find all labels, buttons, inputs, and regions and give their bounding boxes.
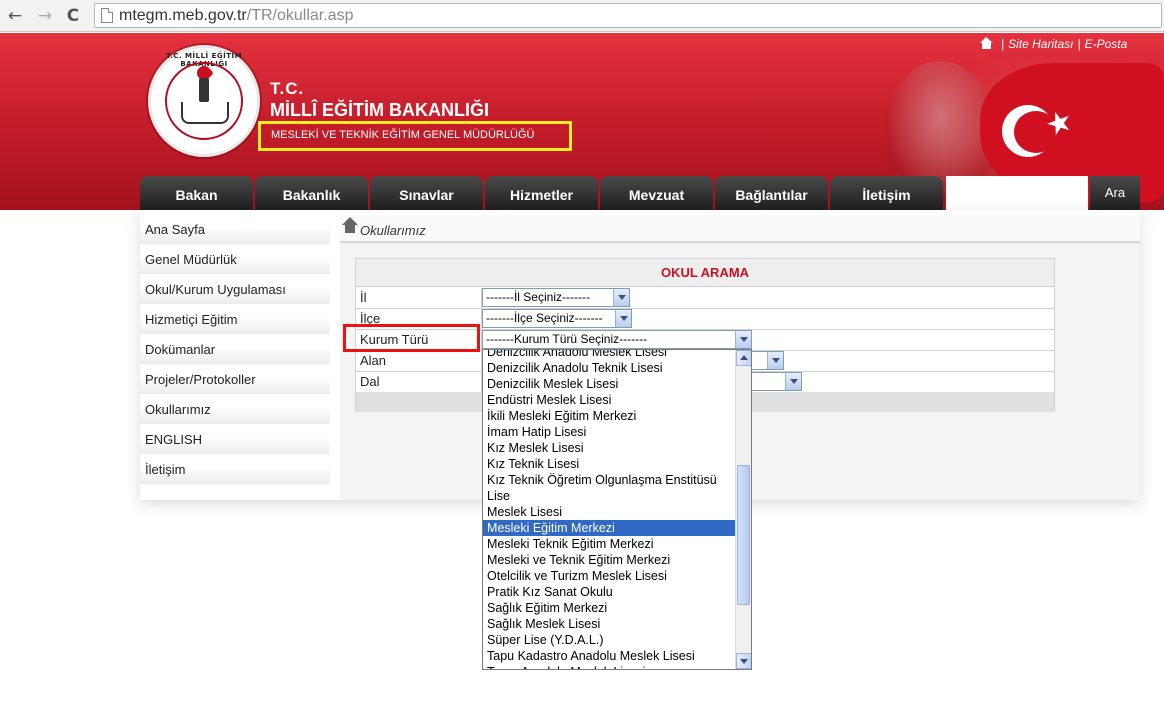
dropdown-option[interactable]: Mesleki Eğitim Merkezi: [483, 520, 735, 536]
email-link[interactable]: E-Posta: [1085, 37, 1128, 51]
dropdown-option[interactable]: Kız Teknik Öğretim Olgunlaşma Enstitüsü: [483, 472, 735, 488]
top-link-separator: |: [1001, 37, 1005, 51]
menu-item-bakan[interactable]: Bakan: [140, 176, 253, 210]
directorate-title: MESLEKİ VE TEKNİK EĞİTİM GENEL MÜDÜRLÜĞÜ: [271, 129, 535, 141]
chevron-down-icon[interactable]: [735, 331, 751, 348]
home-icon[interactable]: [342, 217, 358, 233]
scroll-thumb[interactable]: [737, 465, 750, 605]
chevron-down-icon[interactable]: [613, 289, 629, 306]
sidebar-item-ana-sayfa[interactable]: Ana Sayfa: [140, 215, 330, 245]
sidebar-item-iletisim[interactable]: İletişim: [140, 455, 330, 485]
site-map-link[interactable]: Site Haritası: [1008, 37, 1073, 51]
dropdown-option[interactable]: Otelcilik ve Turizm Meslek Lisesi: [483, 568, 735, 584]
dropdown-option[interactable]: Kız Teknik Lisesi: [483, 456, 735, 472]
top-links: | Site Haritası | E-Posta: [980, 36, 1127, 51]
ilce-select-value: -------İlçe Seçiniz-------: [486, 311, 603, 325]
sidebar-item-dokumanlar[interactable]: Dokümanlar: [140, 335, 330, 365]
dropdown-option[interactable]: Kız Meslek Lisesi: [483, 440, 735, 456]
breadcrumb-current: Okullarımız: [360, 223, 426, 238]
dropdown-option[interactable]: Mesleki ve Teknik Eğitim Merkezi: [483, 552, 735, 568]
search-button[interactable]: Ara: [1090, 176, 1140, 210]
sidebar-item-projeler[interactable]: Projeler/Protokoller: [140, 365, 330, 395]
top-link-separator: |: [1077, 37, 1081, 51]
breadcrumb: Okullarımız: [340, 215, 1140, 243]
directorate-title-highlight: MESLEKİ VE TEKNİK EĞİTİM GENEL MÜDÜRLÜĞÜ: [258, 121, 572, 151]
book-icon: [181, 102, 229, 124]
menu-item-sinavlar[interactable]: Sınavlar: [370, 176, 483, 210]
url-text: mtegm.meb.gov.tr/TR/okullar.asp: [119, 7, 353, 25]
dropdown-option[interactable]: Denizcilik Anadolu Teknik Lisesi: [483, 360, 735, 376]
back-arrow-icon[interactable]: ←: [4, 5, 26, 27]
kurum-turu-select[interactable]: -------Kurum Türü Seçiniz-------: [482, 330, 752, 349]
dropdown-option[interactable]: Sağlık Meslek Lisesi: [483, 616, 735, 632]
il-select[interactable]: -------İl Seçiniz-------: [482, 288, 630, 307]
dropdown-option[interactable]: Tapu Kadastro Anadolu Meslek Lisesi: [483, 648, 735, 664]
search-input[interactable]: [946, 176, 1088, 210]
menu-item-mevzuat[interactable]: Mevzuat: [600, 176, 713, 210]
home-icon[interactable]: [980, 37, 993, 49]
menu-item-hizmetler[interactable]: Hizmetler: [485, 176, 598, 210]
sidebar-item-okullarimiz[interactable]: Okullarımız: [140, 395, 330, 425]
sidebar-item-hizmetici[interactable]: Hizmetiçi Eğitim: [140, 305, 330, 335]
kurum-turu-dropdown[interactable]: Denizcilik Anadolu Meslek Lisesi Denizcil…: [482, 349, 752, 670]
il-label: İl: [360, 290, 367, 305]
forward-arrow-icon[interactable]: →: [34, 5, 56, 27]
ministry-logo[interactable]: T.C. MİLLÎ EĞİTİM BAKANLIĞI: [148, 45, 260, 157]
form-row-il: İl: [356, 288, 1054, 309]
dropdown-option[interactable]: Endüstri Meslek Lisesi: [483, 392, 735, 408]
sidebar-item-genel-mudurluk[interactable]: Genel Müdürlük: [140, 245, 330, 275]
kurum-turu-highlight: [343, 324, 480, 352]
page-icon: [101, 8, 113, 23]
sidebar: Ana Sayfa Genel Müdürlük Okul/Kurum Uygu…: [140, 215, 330, 485]
kurum-turu-select-value: -------Kurum Türü Seçiniz-------: [486, 332, 648, 346]
address-bar[interactable]: mtegm.meb.gov.tr/TR/okullar.asp: [94, 3, 1162, 28]
menu-item-iletisim[interactable]: İletişim: [830, 176, 943, 210]
dropdown-option[interactable]: Meslek Lisesi: [483, 504, 735, 520]
dropdown-option[interactable]: Pratik Kız Sanat Okulu: [483, 584, 735, 600]
dropdown-option[interactable]: İkili Mesleki Eğitim Merkezi: [483, 408, 735, 424]
reload-icon[interactable]: C: [62, 5, 84, 27]
scroll-up-icon[interactable]: [736, 350, 751, 366]
url-host: mtegm.meb.gov.tr: [119, 7, 247, 24]
dropdown-option[interactable]: Sağlık Eğitim Merkezi: [483, 600, 735, 616]
dropdown-option[interactable]: Denizcilik Anadolu Meslek Lisesi: [483, 350, 735, 360]
tc-title: T.C.: [270, 79, 305, 98]
dropdown-options: Denizcilik Anadolu Meslek Lisesi Denizcil…: [483, 350, 735, 669]
sidebar-item-english[interactable]: ENGLISH: [140, 425, 330, 455]
dropdown-option[interactable]: Mesleki Teknik Eğitim Merkezi: [483, 536, 735, 552]
dal-label: Dal: [360, 374, 380, 389]
dropdown-option[interactable]: Denizcilik Meslek Lisesi: [483, 376, 735, 392]
ilce-select[interactable]: -------İlçe Seçiniz-------: [482, 309, 632, 328]
torch-icon: [199, 78, 209, 102]
il-select-value: -------İl Seçiniz-------: [486, 290, 590, 304]
dropdown-scrollbar[interactable]: [735, 350, 751, 669]
chevron-down-icon[interactable]: [767, 352, 783, 369]
browser-toolbar: ← → C mtegm.meb.gov.tr/TR/okullar.asp: [0, 0, 1164, 32]
dropdown-option[interactable]: Lise: [483, 488, 735, 504]
dropdown-option[interactable]: İmam Hatip Lisesi: [483, 424, 735, 440]
ministry-title: MİLLÎ EĞİTİM BAKANLIĞI: [270, 100, 489, 120]
scroll-down-icon[interactable]: [736, 653, 751, 669]
menu-item-bakanlik[interactable]: Bakanlık: [255, 176, 368, 210]
url-path: /TR/okullar.asp: [246, 7, 354, 24]
chevron-down-icon[interactable]: [615, 310, 631, 327]
dropdown-option[interactable]: Tarım Anadolu Meslek Lisesi: [483, 664, 735, 669]
alan-label: Alan: [360, 353, 387, 368]
menu-item-baglantilar[interactable]: Bağlantılar: [715, 176, 828, 210]
form-title: OKUL ARAMA: [356, 259, 1054, 287]
sidebar-item-okul-kurum[interactable]: Okul/Kurum Uygulaması: [140, 275, 330, 305]
dropdown-option[interactable]: Süper Lise (Y.D.A.L.): [483, 632, 735, 648]
chevron-down-icon[interactable]: [785, 373, 801, 390]
